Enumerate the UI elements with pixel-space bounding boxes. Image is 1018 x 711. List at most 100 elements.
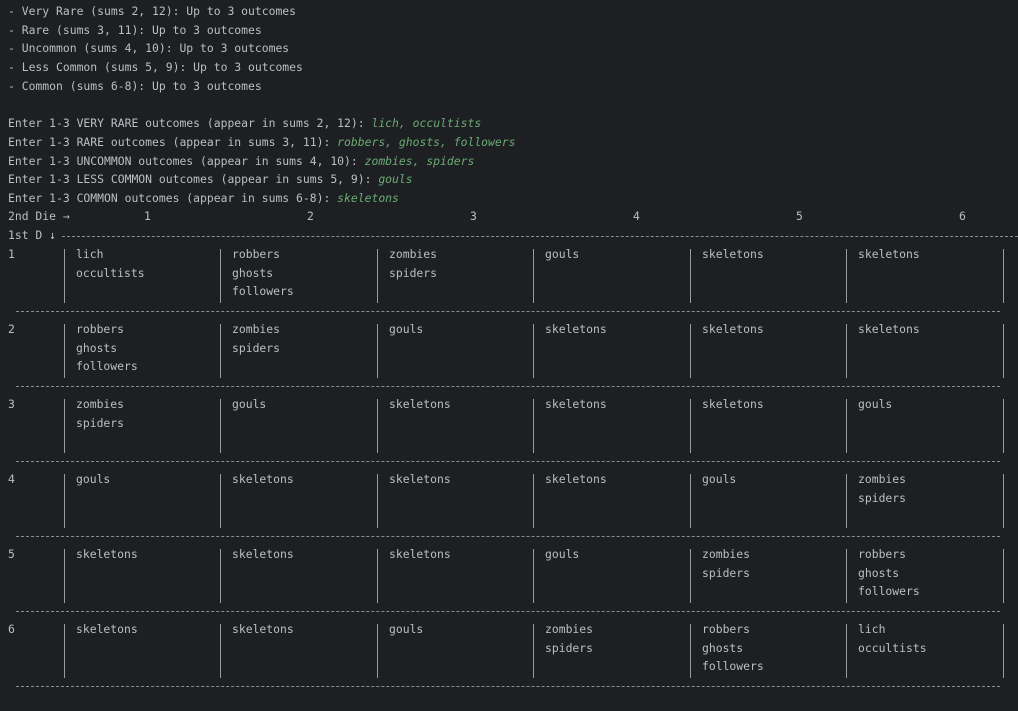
table-cell-item: robbers xyxy=(702,622,751,636)
prompt-input: robbers, ghosts, followers xyxy=(337,135,516,149)
prompt-input: zombies, spiders xyxy=(364,154,475,168)
terminal-output: - Very Rare (sums 2, 12): Up to 3 outcom… xyxy=(0,0,1018,711)
col-header: 1 xyxy=(144,209,151,223)
prompt-line: Enter 1-3 LESS COMMON outcomes (appear i… xyxy=(8,170,413,189)
row-separator xyxy=(16,536,1000,537)
cell-border xyxy=(220,399,221,454)
cell-border xyxy=(690,399,691,454)
header-separator xyxy=(62,236,1018,237)
table-cell-item: skeletons xyxy=(232,622,294,636)
cell-border xyxy=(220,549,221,604)
prompt-text: Enter 1-3 UNCOMMON outcomes (appear in s… xyxy=(8,154,365,168)
table-cell-item: zombies xyxy=(702,547,751,561)
cell-border xyxy=(220,474,221,529)
table-cell-item: skeletons xyxy=(545,472,607,486)
cell-border xyxy=(64,324,65,379)
cell-border xyxy=(377,324,378,379)
cell-border xyxy=(690,324,691,379)
prompt-line: Enter 1-3 RARE outcomes (appear in sums … xyxy=(8,133,515,152)
table-cell-item: lich xyxy=(76,247,104,261)
prompt-text: Enter 1-3 RARE outcomes (appear in sums … xyxy=(8,135,338,149)
cell-border xyxy=(1003,474,1004,529)
table-cell-item: zombies xyxy=(389,247,438,261)
table-cell-item: skeletons xyxy=(389,472,451,486)
cell-border xyxy=(220,249,221,304)
table-cell-item: spiders xyxy=(702,565,751,580)
col-header: 4 xyxy=(633,209,640,223)
prompt-text: Enter 1-3 LESS COMMON outcomes (appear i… xyxy=(8,172,379,186)
table-cell-item: spiders xyxy=(232,340,281,355)
cell-border xyxy=(64,474,65,529)
table-cell-item: zombies xyxy=(858,472,907,486)
table-cell-item: skeletons xyxy=(702,247,764,261)
table-cell-item: spiders xyxy=(858,490,907,505)
row-header: 1 xyxy=(8,247,15,261)
table-cell-item: ghosts xyxy=(858,565,900,580)
table-cell-item: occultists xyxy=(858,640,927,655)
cell-border xyxy=(533,549,534,604)
table-cell-item: spiders xyxy=(389,265,438,280)
table-cell-item: gouls xyxy=(702,472,737,486)
cell-border xyxy=(846,549,847,604)
cell-border xyxy=(1003,399,1004,454)
table-cell-item: ghosts xyxy=(232,265,274,280)
cell-border xyxy=(690,249,691,304)
row-header: 4 xyxy=(8,472,15,486)
legend-line: - Less Common (sums 5, 9): Up to 3 outco… xyxy=(8,60,303,74)
cell-border xyxy=(377,399,378,454)
cell-border xyxy=(846,399,847,454)
table-cell-item: gouls xyxy=(389,622,424,636)
cell-border xyxy=(690,624,691,679)
table-cell-item: gouls xyxy=(389,322,424,336)
table-cell-item: skeletons xyxy=(232,547,294,561)
cell-border xyxy=(64,399,65,454)
col-header: 3 xyxy=(470,209,477,223)
cell-border xyxy=(1003,624,1004,679)
cell-border xyxy=(690,474,691,529)
row-header: 2 xyxy=(8,322,15,336)
col-header: 5 xyxy=(796,209,803,223)
table-cell-item: gouls xyxy=(76,472,111,486)
row-separator xyxy=(16,461,1000,462)
table-cell-item: skeletons xyxy=(389,397,451,411)
table-cell-item: skeletons xyxy=(76,622,138,636)
prompt-line: Enter 1-3 UNCOMMON outcomes (appear in s… xyxy=(8,152,474,171)
table-cell-item: skeletons xyxy=(858,247,920,261)
cell-border xyxy=(377,624,378,679)
legend-line: - Uncommon (sums 4, 10): Up to 3 outcome… xyxy=(8,41,290,55)
table-cell-item: lich xyxy=(858,622,886,636)
cell-border xyxy=(846,249,847,304)
table-cell-item: spiders xyxy=(76,415,125,430)
prompt-text: Enter 1-3 COMMON outcomes (appear in sum… xyxy=(8,191,338,205)
prompt-line: Enter 1-3 COMMON outcomes (appear in sum… xyxy=(8,189,399,208)
table-cell-item: zombies xyxy=(545,622,594,636)
prompt-input: gouls xyxy=(378,172,413,186)
row-header: 5 xyxy=(8,547,15,561)
cell-border xyxy=(377,249,378,304)
row-header: 3 xyxy=(8,397,15,411)
prompt-input: lich, occultists xyxy=(371,116,482,130)
table-cell-item: ghosts xyxy=(702,640,744,655)
table-cell-item: spiders xyxy=(545,640,594,655)
cell-border xyxy=(64,549,65,604)
cell-border xyxy=(377,474,378,529)
table-cell-item: ghosts xyxy=(76,340,118,355)
cell-border xyxy=(64,624,65,679)
cell-border xyxy=(64,249,65,304)
cell-border xyxy=(533,624,534,679)
prompt-text: Enter 1-3 VERY RARE outcomes (appear in … xyxy=(8,116,372,130)
table-cell-item: gouls xyxy=(545,547,580,561)
cell-border xyxy=(1003,249,1004,304)
cell-border xyxy=(1003,324,1004,379)
row-axis-label: 1st D ↓ xyxy=(8,228,57,242)
row-separator xyxy=(16,686,1000,687)
cell-border xyxy=(846,324,847,379)
col-header: 6 xyxy=(959,209,966,223)
table-cell-item: gouls xyxy=(545,247,580,261)
table-cell-item: followers xyxy=(702,659,764,674)
cell-border xyxy=(533,249,534,304)
col-axis-label: 2nd Die → xyxy=(8,209,70,223)
table-cell-item: skeletons xyxy=(545,397,607,411)
col-header: 2 xyxy=(307,209,314,223)
table-cell-item: robbers xyxy=(76,322,125,336)
